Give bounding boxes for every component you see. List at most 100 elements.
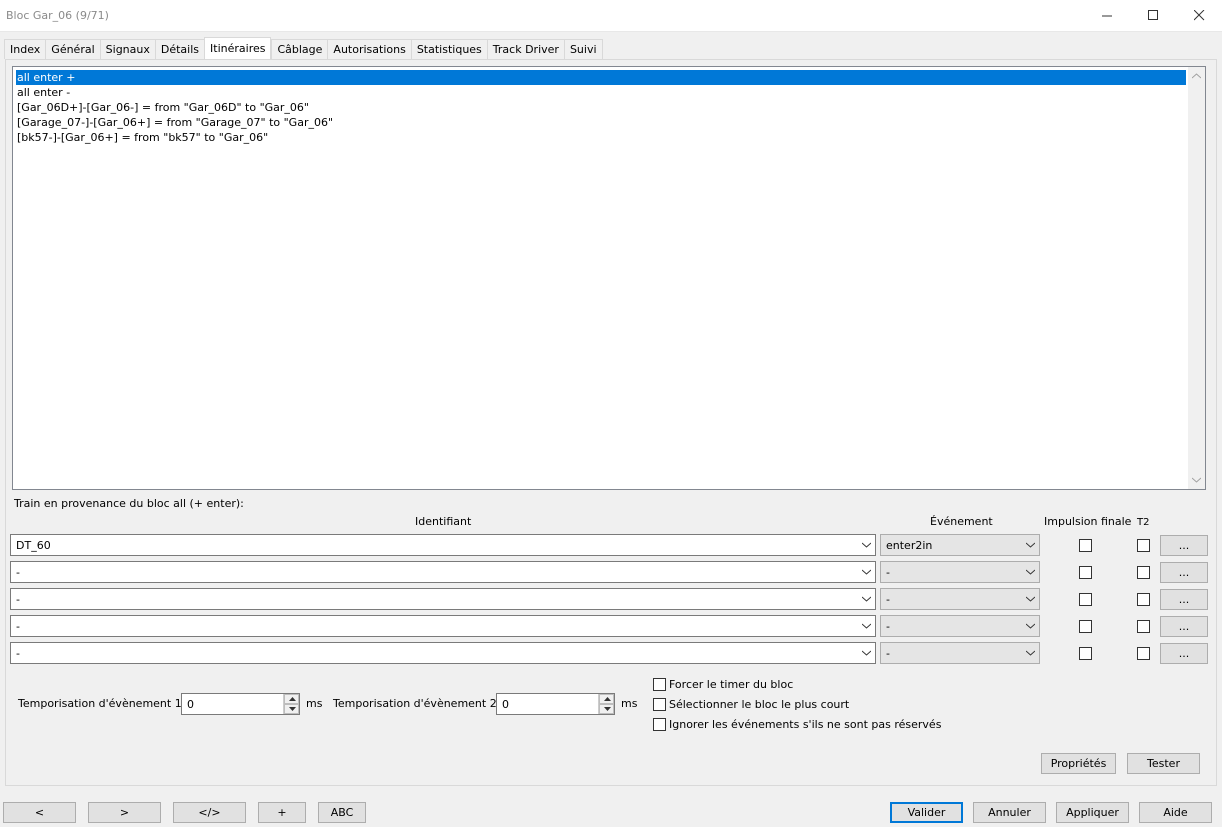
more-button[interactable]: ... — [1160, 535, 1208, 556]
test-button[interactable]: Tester — [1127, 753, 1200, 774]
shortest-block-label: Sélectionner le bloc le plus court — [669, 698, 850, 711]
ignore-events-checkbox[interactable] — [653, 718, 666, 731]
evenement-combo[interactable]: - — [880, 642, 1040, 664]
t2-checkbox[interactable] — [1137, 620, 1150, 633]
timer1-value: 0 — [187, 698, 194, 711]
cancel-button[interactable]: Annuler — [973, 802, 1046, 823]
timer2-label: Temporisation d'évènement 2 — [333, 697, 497, 710]
chevron-down-icon — [862, 623, 871, 629]
maximize-icon — [1148, 10, 1158, 20]
t2-checkbox[interactable] — [1137, 593, 1150, 606]
column-header-t2: T2 — [1137, 517, 1150, 528]
tab-autorisations[interactable]: Autorisations — [327, 39, 411, 59]
tab-signaux[interactable]: Signaux — [99, 39, 155, 59]
more-button[interactable]: ... — [1160, 616, 1208, 637]
identifiant-combo[interactable]: - — [10, 642, 876, 664]
spin-down-button[interactable] — [284, 704, 299, 714]
tab-itineraires[interactable]: Itinéraires — [204, 37, 272, 59]
timer2-value: 0 — [502, 698, 509, 711]
more-button[interactable]: ... — [1160, 562, 1208, 583]
impulsion-checkbox[interactable] — [1079, 647, 1092, 660]
chevron-down-icon — [862, 596, 871, 602]
timer2-spinner[interactable]: 0 — [496, 693, 615, 715]
help-button[interactable]: Aide — [1139, 802, 1212, 823]
tab-details[interactable]: Détails — [154, 39, 205, 59]
identifiant-combo[interactable]: - — [10, 615, 876, 637]
shortest-block-checkbox[interactable] — [653, 698, 666, 711]
t2-checkbox[interactable] — [1137, 647, 1150, 660]
impulsion-checkbox[interactable] — [1079, 566, 1092, 579]
maximize-button[interactable] — [1130, 0, 1176, 32]
tab-index[interactable]: Index — [4, 39, 46, 59]
spin-up-icon — [289, 697, 296, 701]
impulsion-checkbox[interactable] — [1079, 620, 1092, 633]
t2-checkbox[interactable] — [1137, 566, 1150, 579]
route-item[interactable]: [Garage_07-]-[Gar_06+] = from "Garage_07… — [16, 115, 1186, 130]
evenement-value: - — [886, 647, 890, 660]
evenement-value: - — [886, 566, 890, 579]
spin-down-icon — [604, 707, 611, 711]
route-item[interactable]: [Gar_06D+]-[Gar_06-] = from "Gar_06D" to… — [16, 100, 1186, 115]
impulsion-checkbox[interactable] — [1079, 593, 1092, 606]
evenement-value: - — [886, 593, 890, 606]
chevron-down-icon — [862, 569, 871, 575]
route-list[interactable]: all enter + all enter - [Gar_06D+]-[Gar_… — [12, 66, 1206, 490]
tab-suivi[interactable]: Suivi — [563, 39, 603, 59]
identifiant-value: - — [16, 647, 20, 660]
scroll-up-icon[interactable] — [1192, 73, 1201, 79]
tab-track-driver[interactable]: Track Driver — [486, 39, 564, 59]
chevron-down-icon — [1026, 650, 1035, 656]
impulsion-checkbox[interactable] — [1079, 539, 1092, 552]
title-bar: Bloc Gar_06 (9/71) — [0, 0, 1222, 32]
ok-button[interactable]: Valider — [890, 802, 963, 823]
minimize-button[interactable] — [1084, 0, 1130, 32]
close-button[interactable] — [1176, 0, 1222, 32]
train-section-heading: Train en provenance du bloc all (+ enter… — [14, 497, 244, 510]
route-item[interactable]: [bk57-]-[Gar_06+] = from "bk57" to "Gar_… — [16, 130, 1186, 145]
route-item[interactable]: all enter + — [16, 70, 1186, 85]
evenement-combo[interactable]: - — [880, 615, 1040, 637]
route-list-scrollbar[interactable] — [1188, 67, 1205, 489]
more-button[interactable]: ... — [1160, 589, 1208, 610]
more-button[interactable]: ... — [1160, 643, 1208, 664]
evenement-combo[interactable]: enter2in — [880, 534, 1040, 556]
previous-button[interactable]: < — [3, 802, 76, 823]
spin-down-icon — [289, 707, 296, 711]
xml-button[interactable]: </> — [173, 802, 246, 823]
route-item[interactable]: all enter - — [16, 85, 1186, 100]
evenement-combo[interactable]: - — [880, 561, 1040, 583]
t2-checkbox[interactable] — [1137, 539, 1150, 552]
timer1-unit: ms — [306, 697, 323, 710]
chevron-down-icon — [1026, 542, 1035, 548]
spin-up-button[interactable] — [284, 694, 299, 704]
identifiant-value: - — [16, 566, 20, 579]
tab-bar: Index Général Signaux Détails Itinéraire… — [4, 37, 603, 59]
scroll-down-icon[interactable] — [1192, 477, 1201, 483]
tab-statistiques[interactable]: Statistiques — [410, 39, 487, 59]
minimize-icon — [1102, 15, 1112, 17]
chevron-down-icon — [862, 542, 871, 548]
evenement-combo[interactable]: - — [880, 588, 1040, 610]
abc-button[interactable]: ABC — [318, 802, 366, 823]
spin-up-button[interactable] — [599, 694, 614, 704]
evenement-value: enter2in — [886, 539, 933, 552]
identifiant-value: - — [16, 593, 20, 606]
force-timer-checkbox[interactable] — [653, 678, 666, 691]
spin-up-icon — [604, 697, 611, 701]
properties-button[interactable]: Propriétés — [1041, 753, 1116, 774]
next-button[interactable]: > — [88, 802, 161, 823]
chevron-down-icon — [1026, 596, 1035, 602]
identifiant-combo[interactable]: DT_60 — [10, 534, 876, 556]
apply-button[interactable]: Appliquer — [1056, 802, 1129, 823]
add-button[interactable]: + — [258, 802, 306, 823]
tab-cablage[interactable]: Câblage — [271, 39, 328, 59]
timer1-spinner[interactable]: 0 — [181, 693, 300, 715]
identifiant-combo[interactable]: - — [10, 561, 876, 583]
identifiant-value: - — [16, 620, 20, 633]
spin-down-button[interactable] — [599, 704, 614, 714]
tab-general[interactable]: Général — [45, 39, 100, 59]
identifiant-combo[interactable]: - — [10, 588, 876, 610]
force-timer-label: Forcer le timer du bloc — [669, 678, 794, 691]
timer1-spin-buttons — [283, 694, 299, 714]
timer2-unit: ms — [621, 697, 638, 710]
